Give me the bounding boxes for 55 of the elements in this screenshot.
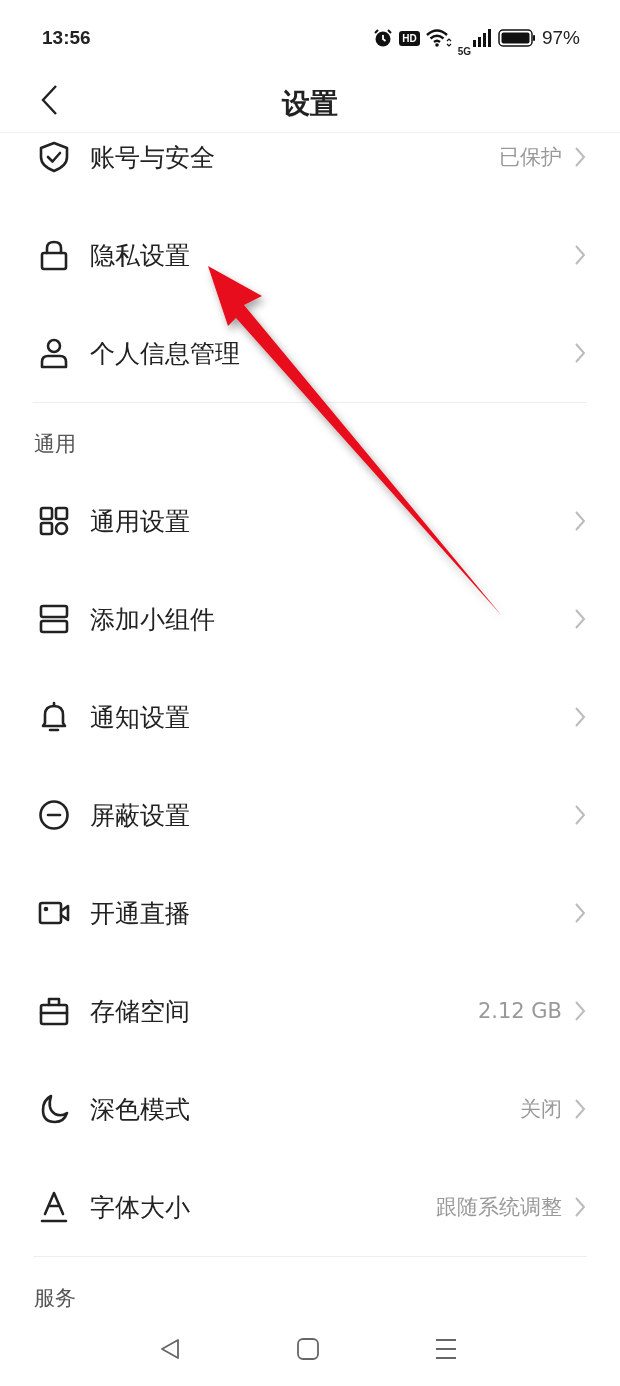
row-label: 隐私设置 xyxy=(90,239,191,272)
minus-circle-icon xyxy=(37,798,71,832)
settings-row[interactable]: 字体大小 跟随系统调整 xyxy=(0,1158,620,1256)
settings-row[interactable]: 通用设置 xyxy=(0,472,620,570)
settings-row[interactable]: 开通直播 xyxy=(0,864,620,962)
chevron-icon xyxy=(574,608,586,630)
row-value: 已保护 xyxy=(499,144,562,171)
hd-badge: HD xyxy=(399,30,420,46)
battery-icon xyxy=(497,28,536,48)
chevron-icon xyxy=(574,706,586,728)
chevron-icon xyxy=(574,1000,586,1022)
row-label: 个人信息管理 xyxy=(90,337,241,370)
row-label: 字体大小 xyxy=(90,1191,191,1224)
chevron-icon xyxy=(574,146,586,168)
settings-row[interactable]: 账号与安全 已保护 xyxy=(0,133,620,206)
settings-row[interactable]: 通知设置 xyxy=(0,668,620,766)
chevron-icon xyxy=(574,1098,586,1120)
row-label: 通用设置 xyxy=(90,505,191,538)
section-title: 通用 xyxy=(34,431,76,458)
settings-row[interactable]: 添加小组件 xyxy=(0,570,620,668)
settings-row[interactable]: 个人信息管理 xyxy=(0,304,620,402)
row-label: 存储空间 xyxy=(90,995,191,1028)
settings-row[interactable]: 存储空间 2.12 GB xyxy=(0,962,620,1060)
signal-icon xyxy=(471,28,492,48)
home-nav-icon[interactable] xyxy=(296,1338,319,1360)
row-label: 通知设置 xyxy=(90,701,191,734)
row-label: 账号与安全 xyxy=(90,141,216,174)
network-label: 5G xyxy=(457,45,471,57)
settings-row[interactable]: 隐私设置 xyxy=(0,206,620,304)
chevron-icon xyxy=(574,342,586,364)
widget-icon xyxy=(37,602,71,636)
battery-percent: 97% xyxy=(541,27,580,49)
back-icon[interactable] xyxy=(40,84,58,116)
section-title: 服务 xyxy=(34,1285,76,1311)
status-time: 13:56 xyxy=(42,27,91,49)
row-value: 跟随系统调整 xyxy=(436,1194,562,1221)
chevron-icon xyxy=(574,1196,586,1218)
row-label: 添加小组件 xyxy=(90,603,216,636)
chevron-icon xyxy=(574,804,586,826)
settings-row[interactable]: 屏蔽设置 xyxy=(0,766,620,864)
chevron-icon xyxy=(574,510,586,532)
row-value: 关闭 xyxy=(520,1096,562,1123)
shield-check-icon xyxy=(37,140,71,174)
page-title: 设置 xyxy=(282,86,338,122)
row-value: 2.12 GB xyxy=(477,999,562,1023)
wifi-icon xyxy=(425,28,452,48)
chevron-icon xyxy=(574,244,586,266)
row-label: 开通直播 xyxy=(90,897,191,930)
menu-nav-icon[interactable] xyxy=(433,1338,458,1360)
settings-row[interactable]: 深色模式 关闭 xyxy=(0,1060,620,1158)
chevron-icon xyxy=(574,902,586,924)
row-label: 深色模式 xyxy=(90,1093,191,1126)
grid-icon xyxy=(37,504,71,538)
row-label: 屏蔽设置 xyxy=(90,799,191,832)
alarm-icon xyxy=(373,28,394,48)
